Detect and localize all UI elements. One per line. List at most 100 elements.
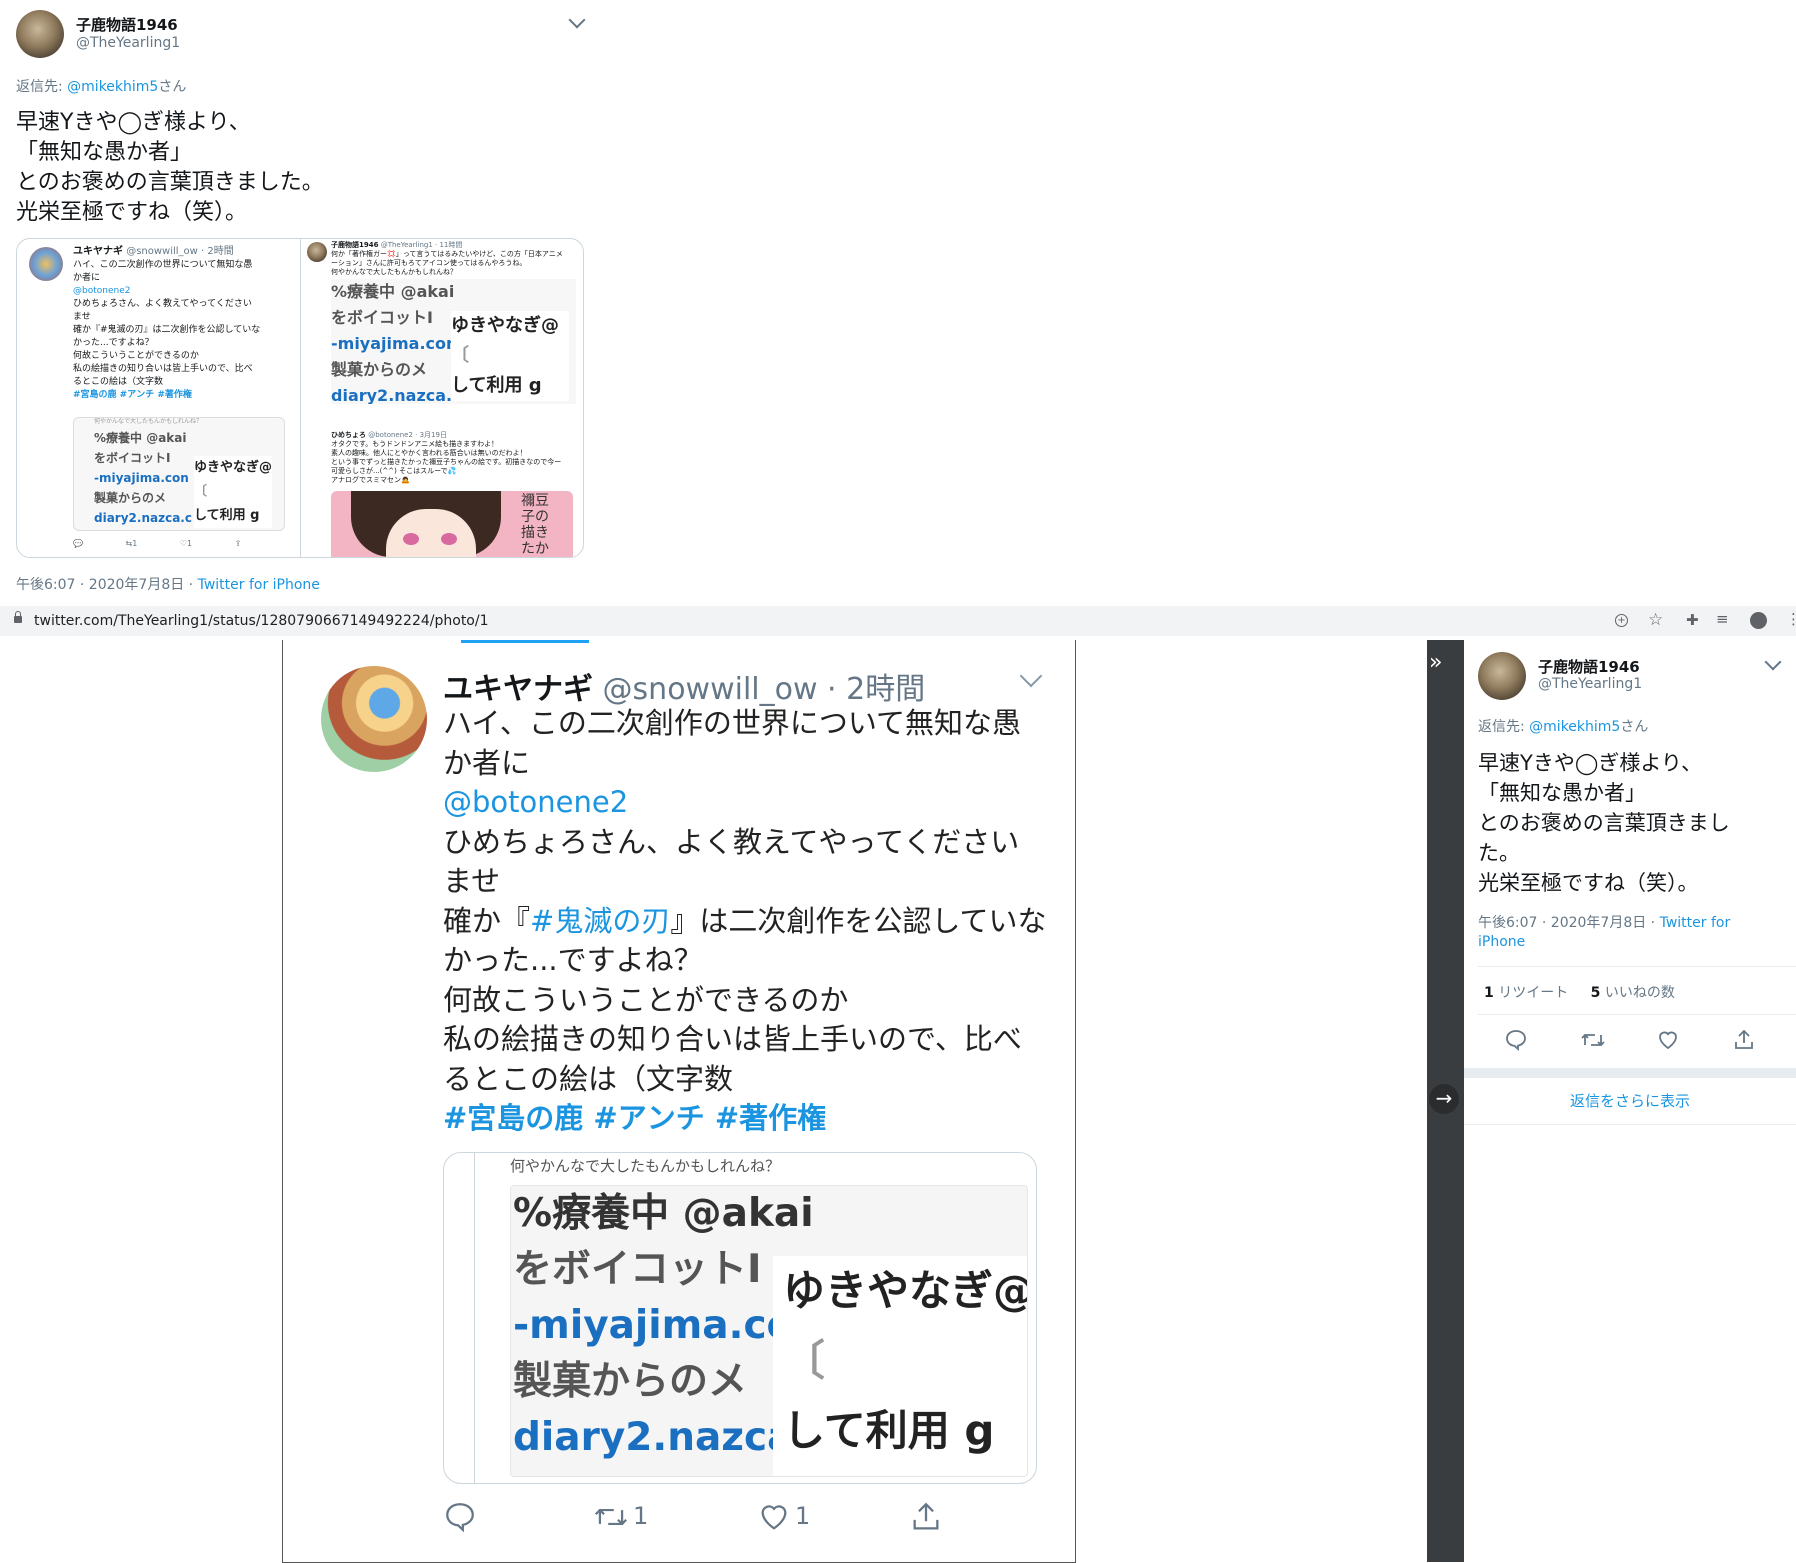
like-stat[interactable]: 5 いいねの数 <box>1591 985 1675 1001</box>
action-bar <box>1504 1028 1784 1058</box>
photo-hashtag: #宮島の鹿 <box>443 1101 584 1135</box>
source-link[interactable]: Twitter for <box>1660 915 1731 931</box>
avatar[interactable] <box>16 10 64 58</box>
retweet-stat[interactable]: 1 リツイート <box>1484 985 1568 1001</box>
thumb-name: 子鹿物語1946 <box>331 241 379 249</box>
avatar[interactable] <box>1478 652 1526 700</box>
quote-crop: %療養中 @akai をボイコットI -miyajima.con 製菓からのメ … <box>510 1185 1028 1477</box>
thumb-line: 私の絵描きの知り合いは皆上手いので、比べ <box>73 364 253 374</box>
thumb-line: か者に <box>73 273 101 283</box>
thumb-line: アナログでスミマセン🙇 <box>331 476 410 484</box>
thumb-meta: @TheYearling1 · 11時間 <box>380 241 463 249</box>
show-more-replies-link[interactable]: 返信をさらに表示 <box>1464 1090 1796 1111</box>
photo-text: 』は二次創作を公認していな <box>670 903 1047 938</box>
photo-actions: 1 1 <box>443 1500 1043 1540</box>
tweet-line: 光栄至極ですね（笑）。 <box>1478 871 1699 895</box>
thumb-line: ハイ、この二次創作の世界について無知な愚 <box>73 260 253 270</box>
retweet-label: リツイート <box>1493 985 1569 1001</box>
tweet-image[interactable]: ユキヤナギ @snowwill_ow · 2時間 ハイ、この二次創作の世界につい… <box>16 238 584 558</box>
photo-mention: @botonene2 <box>443 785 629 819</box>
reply-suffix: さん <box>1620 719 1649 735</box>
photo-line: ハイ、この二次創作の世界について無知な愚 <box>443 706 1021 740</box>
chevron-down-icon[interactable] <box>568 11 586 29</box>
photo-image[interactable]: ユキヤナギ @snowwill_ow · 2時間 ハイ、この二次創作の世界につい… <box>282 640 1076 1563</box>
thumb-line: 何故こういうことができるのか <box>73 351 199 361</box>
reply-mention-link[interactable]: @mikekhim5 <box>67 79 158 95</box>
reply-to-line: 返信先: @mikekhim5さん <box>1478 716 1648 736</box>
thumb-line: かった...ですよね？ <box>73 338 154 348</box>
reading-list-icon[interactable]: ≡ <box>1716 610 1729 628</box>
display-name[interactable]: 子鹿物語1946 <box>1538 656 1640 677</box>
thumb-line: 素人の趣味。他人にとやかく言われる筋合いは無いのだわよ！ <box>331 449 527 457</box>
thumb-mention: @botonene2 <box>73 286 131 296</box>
crop-line: をボイコットI <box>331 308 433 327</box>
address-bar[interactable]: twitter.com/TheYearling1/status/12807906… <box>0 606 1796 636</box>
crop-line: して利用 g <box>783 1406 995 1455</box>
crop-line: して利用 g <box>451 375 542 396</box>
retweet-count: 1 <box>1484 985 1494 1001</box>
retweet-icon <box>593 1500 629 1534</box>
thumb-actions: 💬 ⇆1 ♡1 ⇪ <box>73 537 273 550</box>
chevron-down-icon[interactable] <box>1764 653 1782 671</box>
section-separator <box>1464 1068 1796 1078</box>
quote-divider <box>474 1153 475 1483</box>
photo-quote-top: 何やかんなで大したもんかもしれんね？ <box>510 1157 781 1175</box>
lock-icon[interactable] <box>14 611 22 623</box>
crop-line: 製菓からのメ <box>94 491 167 505</box>
heart-icon <box>757 1500 791 1534</box>
crop-line: をボイコットI <box>94 451 171 465</box>
thumb-quote: %療養中 @akai をボイコットI -miyajima.con 製菓からのメ … <box>331 279 576 404</box>
thumb-avatar <box>29 247 63 281</box>
user-handle[interactable]: @TheYearling1 <box>1538 676 1642 692</box>
crop-line: diary2.nazca.c <box>331 386 462 404</box>
reply-mention-link[interactable]: @mikekhim5 <box>1529 719 1620 735</box>
reply-prefix: 返信先: <box>1478 719 1530 735</box>
retweet-button[interactable] <box>1580 1028 1606 1052</box>
user-handle[interactable]: @TheYearling1 <box>76 35 180 51</box>
thumb-line: 確か『#鬼滅の刃』は二次創作を公認していな <box>73 325 261 335</box>
like-button[interactable] <box>1656 1028 1680 1052</box>
next-photo-icon[interactable]: → <box>1429 1084 1459 1114</box>
source-link-continued[interactable]: iPhone <box>1478 933 1730 952</box>
like-count: 1 <box>187 539 193 548</box>
thumb-line: 何か「著作権ガー💢」って言うてはるみたいやけど、この方「日本アニメ <box>331 250 563 258</box>
menu-icon[interactable]: ⋮ <box>1786 610 1796 628</box>
photo-line: るとこの絵は（文字数 <box>443 1061 734 1096</box>
tweet-line: 「無知な愚か者」 <box>16 140 193 165</box>
display-name[interactable]: 子鹿物語1946 <box>76 14 178 35</box>
extensions-icon[interactable]: ✚ <box>1686 611 1699 629</box>
thumb-hashtags: #宮島の鹿 #アンチ #著作権 <box>73 390 192 400</box>
crop-line: -miyajima.con <box>331 334 458 353</box>
photo-line: かった...ですよね？ <box>443 943 703 977</box>
share-button[interactable] <box>1732 1028 1756 1052</box>
thumb-quote-top: 何やかんなで大したもんかもしれんね？ <box>94 418 203 425</box>
timestamp-text[interactable]: 午後6:07 · 2020年7月8日 · <box>16 577 198 593</box>
photo-name: ユキヤナギ <box>443 672 593 707</box>
collapse-sidebar-icon[interactable]: » <box>1429 650 1442 675</box>
source-link[interactable]: Twitter for iPhone <box>198 577 320 593</box>
timestamp-text[interactable]: 午後6:07 · 2020年7月8日 · <box>1478 915 1660 931</box>
side-panel: 子鹿物語1946 @TheYearling1 返信先: @mikekhim5さん… <box>1464 640 1796 1562</box>
crop-line: ゆきやなぎ@ <box>783 1266 1028 1315</box>
thumb-meta: @snowwill_ow · 2時間 <box>126 246 234 257</box>
add-tab-icon[interactable]: + <box>1615 614 1628 627</box>
tweet-timestamp: 午後6:07 · 2020年7月8日 · Twitter for iPhone <box>16 574 320 594</box>
profile-icon[interactable] <box>1750 612 1767 629</box>
like-count: 5 <box>1590 985 1601 1001</box>
photo-line: 何故こういうことができるのか <box>443 982 849 1017</box>
photo-text: 確か『 <box>443 903 531 938</box>
thumb-line: ひめちょろさん、よく教えてやってください <box>73 299 252 309</box>
thumb-line: 何やかんなで大したもんかもしれんね？ <box>331 268 457 276</box>
share-icon: ⇪ <box>234 539 242 548</box>
heart-icon: ♡ <box>179 539 188 548</box>
thumb-line: るとこの絵は（文字数 <box>73 377 164 387</box>
star-icon[interactable]: ☆ <box>1648 610 1663 630</box>
tweet-line: 早速Yきや◯ぎ様より、 <box>16 110 251 135</box>
reply-icon: 💬 <box>73 539 83 548</box>
thumb-line: ませ <box>73 312 91 322</box>
url-text[interactable]: twitter.com/TheYearling1/status/12807906… <box>34 613 489 629</box>
photo-line: 私の絵描きの知り合いは皆上手いので、比べ <box>443 1022 1022 1056</box>
reply-button[interactable] <box>1504 1028 1528 1052</box>
thumb-crop-right: ゆきやなぎ@ 〔 して利用 g <box>451 311 569 401</box>
image-right-panel: 子鹿物語1946 @TheYearling1 · 11時間 何か「著作権ガー💢」… <box>300 239 583 557</box>
